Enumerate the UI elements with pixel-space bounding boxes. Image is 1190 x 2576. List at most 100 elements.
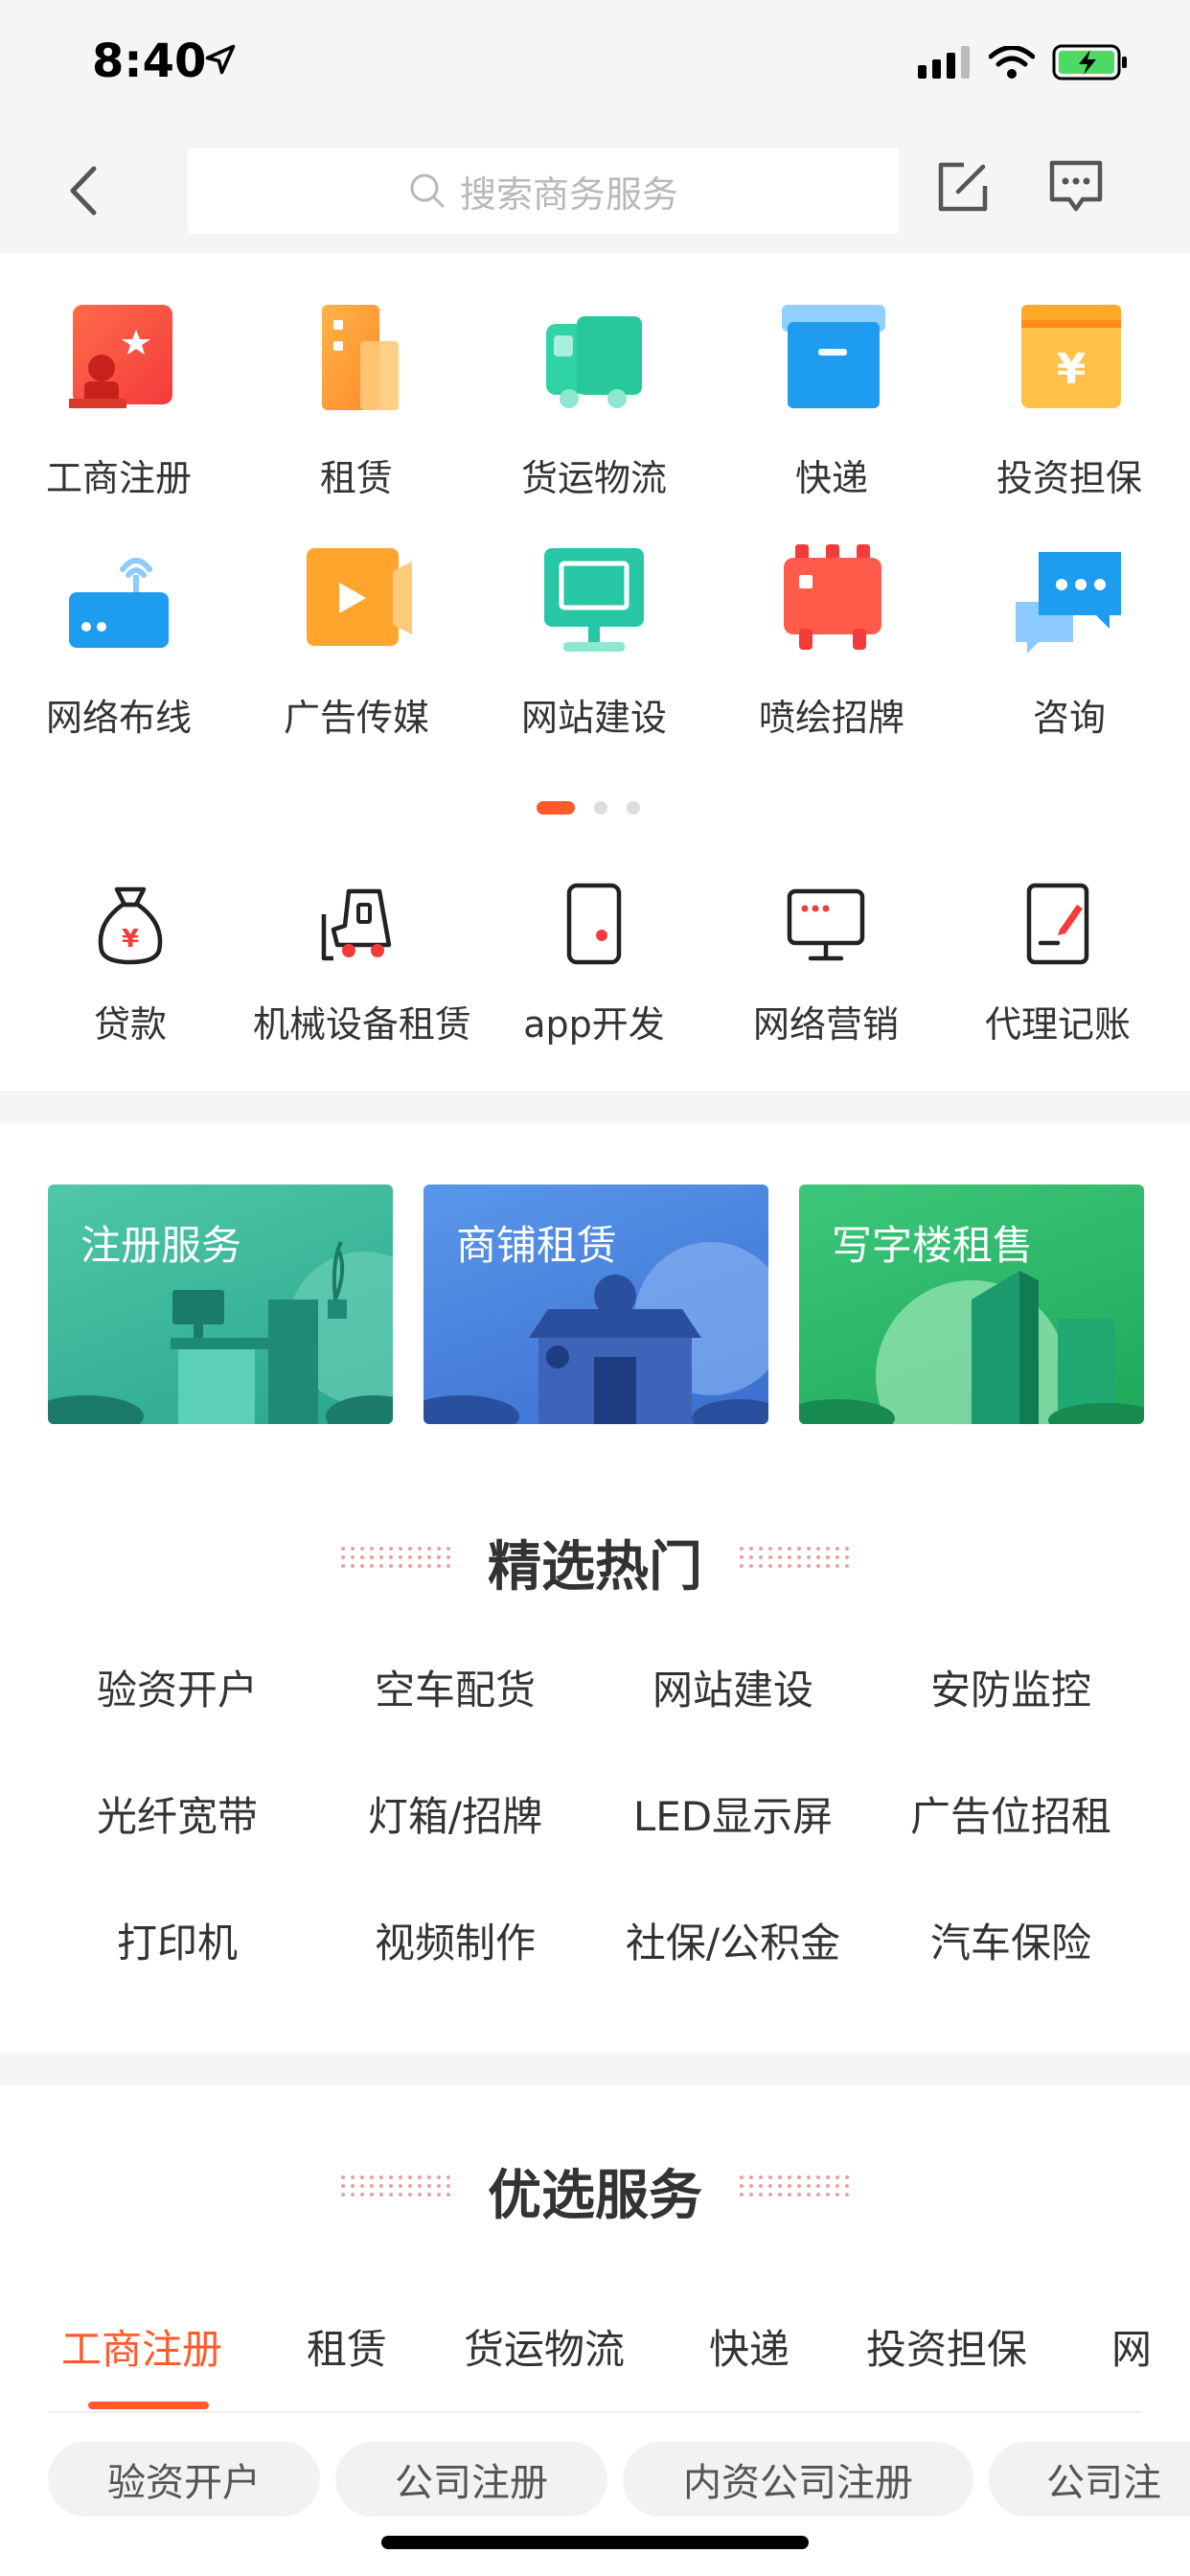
service-chip[interactable]: 内资公司注册 bbox=[623, 2442, 973, 2517]
hot-item[interactable]: 广告位招租 bbox=[872, 1784, 1150, 1843]
banner-title: 注册服务 bbox=[80, 1222, 242, 1269]
category-advertising-media[interactable]: 广告传媒 bbox=[238, 542, 475, 772]
service-chip[interactable]: 公司注册 bbox=[335, 2442, 607, 2517]
quick-network-marketing[interactable]: 网络营销 bbox=[707, 882, 945, 1047]
title-decoration-right bbox=[740, 1547, 849, 1568]
category-express[interactable]: 快递 bbox=[713, 303, 950, 533]
banner-shop-rental[interactable]: 商铺租赁 bbox=[423, 1184, 768, 1424]
screen-icon bbox=[787, 888, 865, 961]
router-icon bbox=[69, 558, 169, 648]
banner-title: 商铺租赁 bbox=[456, 1222, 618, 1269]
message-icon[interactable] bbox=[1048, 159, 1104, 215]
active-tab-indicator bbox=[88, 2402, 209, 2409]
category-website-building[interactable]: 网站建设 bbox=[475, 542, 713, 772]
tab-network[interactable]: 网 bbox=[1111, 2317, 1152, 2376]
quick-loan[interactable]: ¥ 贷款 bbox=[11, 882, 249, 1047]
quick-machinery-rental[interactable]: 机械设备租赁 bbox=[243, 882, 481, 1047]
pager-dot-active bbox=[537, 801, 575, 815]
category-label: 咨询 bbox=[1032, 697, 1106, 739]
hot-item[interactable]: 安防监控 bbox=[872, 1658, 1150, 1716]
category-label: 工商注册 bbox=[45, 457, 192, 499]
tab-express[interactable]: 快递 bbox=[709, 2317, 790, 2376]
service-chip[interactable]: 验资开户 bbox=[48, 2442, 320, 2517]
banner-registration-service[interactable]: 注册服务 bbox=[48, 1184, 393, 1424]
tab-freight[interactable]: 货运物流 bbox=[464, 2317, 625, 2376]
category-consulting[interactable]: 咨询 bbox=[950, 542, 1188, 772]
back-icon[interactable] bbox=[57, 157, 115, 224]
quick-label: 网络营销 bbox=[752, 1003, 899, 1046]
category-label: 货运物流 bbox=[520, 457, 667, 499]
category-label: 网络布线 bbox=[45, 697, 192, 739]
quick-label: 贷款 bbox=[93, 1003, 167, 1046]
business-registration-icon bbox=[69, 305, 172, 408]
svg-text:¥: ¥ bbox=[122, 925, 139, 954]
pager-dot bbox=[627, 801, 640, 815]
category-freight[interactable]: 货运物流 bbox=[475, 303, 713, 533]
rental-icon bbox=[322, 305, 399, 410]
banner-title: 写字楼租售 bbox=[832, 1222, 1034, 1269]
hot-item[interactable]: 验资开户 bbox=[38, 1658, 316, 1716]
location-arrow-icon bbox=[205, 44, 236, 75]
quick-bookkeeping[interactable]: 代理记账 bbox=[939, 882, 1177, 1047]
home-indicator bbox=[381, 2536, 809, 2549]
hot-item[interactable]: 社保/公积金 bbox=[594, 1911, 872, 1969]
category-business-registration[interactable]: 工商注册 bbox=[0, 303, 238, 533]
quick-label: 代理记账 bbox=[984, 1003, 1131, 1046]
preferred-section-title: 优选服务 bbox=[488, 2165, 702, 2227]
nav-bar: 搜索商务服务 bbox=[0, 132, 1190, 253]
category-network-wiring[interactable]: 网络布线 bbox=[0, 542, 238, 772]
status-bar: 8:40 bbox=[0, 0, 1190, 132]
tab-business-registration[interactable]: 工商注册 bbox=[61, 2317, 222, 2376]
signboard-icon bbox=[784, 544, 881, 650]
hot-item[interactable]: 光纤宽带 bbox=[38, 1784, 316, 1843]
status-indicators bbox=[918, 44, 1129, 80]
category-label: 租赁 bbox=[319, 457, 393, 499]
hot-item[interactable]: 视频制作 bbox=[316, 1911, 594, 1969]
svg-text:¥: ¥ bbox=[1057, 345, 1087, 394]
forklift-icon bbox=[321, 888, 392, 961]
category-label: 快递 bbox=[794, 457, 868, 499]
phone-icon bbox=[566, 883, 622, 965]
section-divider bbox=[0, 2053, 1190, 2085]
pager-dot bbox=[594, 801, 607, 815]
section-divider bbox=[0, 1091, 1190, 1123]
hot-section-title: 精选热门 bbox=[488, 1536, 702, 1598]
tab-rental[interactable]: 租赁 bbox=[307, 2317, 387, 2376]
tab-separator bbox=[48, 2411, 1142, 2413]
box-icon bbox=[782, 305, 885, 408]
category-investment-guarantee[interactable]: ¥ 投资担保 bbox=[950, 303, 1188, 533]
carousel-pager bbox=[537, 801, 640, 815]
service-chip[interactable]: 公司注 bbox=[989, 2442, 1190, 2517]
truck-icon bbox=[546, 316, 642, 408]
category-label: 投资担保 bbox=[995, 457, 1142, 499]
signal-icon bbox=[918, 46, 970, 79]
quick-app-development[interactable]: app开发 bbox=[475, 882, 713, 1047]
hot-item[interactable]: 网站建设 bbox=[594, 1658, 872, 1716]
quick-label: app开发 bbox=[523, 1003, 665, 1046]
edit-icon[interactable] bbox=[935, 159, 991, 215]
battery-icon bbox=[1052, 44, 1127, 80]
hot-item[interactable]: 空车配货 bbox=[316, 1658, 594, 1716]
search-input[interactable]: 搜索商务服务 bbox=[188, 148, 899, 234]
search-icon bbox=[410, 173, 445, 208]
title-decoration-right bbox=[740, 2175, 849, 2196]
hot-item[interactable]: 灯箱/招牌 bbox=[316, 1784, 594, 1843]
category-signboard[interactable]: 喷绘招牌 bbox=[713, 542, 950, 772]
quick-label: 机械设备租赁 bbox=[252, 1003, 471, 1046]
status-time: 8:40 bbox=[92, 34, 207, 88]
money-bag-icon: ¥ bbox=[98, 886, 163, 965]
hot-item[interactable]: 打印机 bbox=[38, 1911, 316, 1969]
banner-office-building[interactable]: 写字楼租售 bbox=[799, 1184, 1144, 1424]
search-placeholder: 搜索商务服务 bbox=[459, 172, 678, 216]
tab-investment-guarantee[interactable]: 投资担保 bbox=[866, 2317, 1027, 2376]
hot-item[interactable]: LED显示屏 bbox=[594, 1784, 872, 1843]
chat-bubbles-icon bbox=[1016, 552, 1121, 654]
hot-item[interactable]: 汽车保险 bbox=[872, 1911, 1150, 1969]
yuan-wallet-icon: ¥ bbox=[1021, 305, 1121, 408]
category-label: 喷绘招牌 bbox=[758, 697, 904, 739]
wifi-icon bbox=[989, 46, 1035, 79]
category-label: 广告传媒 bbox=[283, 697, 429, 739]
category-rental[interactable]: 租赁 bbox=[238, 303, 475, 533]
document-pen-icon bbox=[1026, 883, 1089, 965]
monitor-icon bbox=[544, 548, 644, 652]
